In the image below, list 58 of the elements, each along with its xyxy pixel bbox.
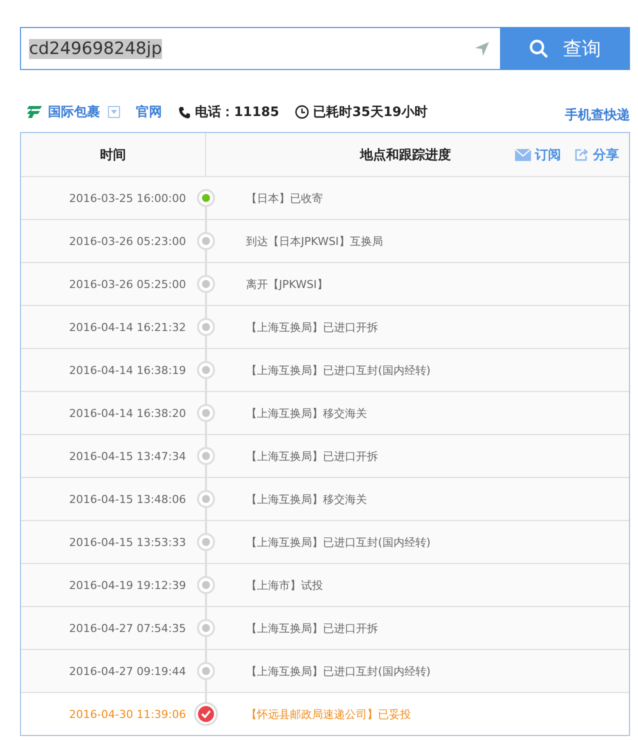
event-description: 【上海互换局】已进口互封(国内经转) bbox=[246, 664, 431, 678]
postal-logo-icon bbox=[26, 104, 44, 120]
search-button[interactable]: 查询 bbox=[500, 27, 630, 70]
column-header: 地点和跟踪进度 bbox=[360, 148, 451, 162]
event-description: 【日本】已收寄 bbox=[246, 192, 323, 204]
elapsed-time: 已耗时35天19小时 bbox=[313, 104, 428, 121]
event-time: 2016-04-14 16:38:20 bbox=[69, 406, 186, 420]
event-time: 2016-04-15 13:47:34 bbox=[69, 450, 186, 462]
official-site-link[interactable]: 官网 bbox=[136, 103, 162, 121]
event-time: 2016-04-27 09:19:44 bbox=[69, 664, 186, 678]
event-time: 2016-04-19 19:12:39 bbox=[69, 578, 186, 592]
share-icon bbox=[575, 148, 589, 161]
check-icon bbox=[194, 702, 218, 726]
share-button[interactable]: 分享 bbox=[575, 146, 619, 164]
tracking-number-field[interactable]: cd249698248jp bbox=[20, 27, 500, 70]
location-arrow-icon bbox=[474, 40, 490, 56]
event-time: 2016-03-26 05:23:00 bbox=[69, 234, 186, 248]
event-time: 2016-04-27 07:54:35 bbox=[69, 622, 186, 634]
event-description: 【上海互换局】已进口互封(国内经转) bbox=[246, 536, 431, 548]
dot-icon bbox=[197, 576, 215, 594]
column-header: 时间 bbox=[100, 146, 126, 164]
carrier-link[interactable]: 国际包裹 bbox=[48, 103, 100, 121]
dot-icon bbox=[197, 318, 215, 336]
dot-icon bbox=[197, 361, 215, 379]
subscribe-button[interactable]: 订阅 bbox=[515, 146, 561, 164]
event-time: 2016-04-15 13:48:06 bbox=[69, 492, 186, 506]
event-description: 【上海互换局】已进口互封(国内经转) bbox=[246, 364, 431, 376]
dot-icon bbox=[197, 447, 215, 465]
dot-icon bbox=[197, 490, 215, 508]
dot-icon bbox=[197, 275, 215, 293]
dot-icon bbox=[197, 232, 215, 250]
dot-icon bbox=[197, 619, 215, 637]
event-description: 【上海市】试投 bbox=[246, 578, 323, 592]
envelope-icon bbox=[515, 148, 531, 160]
event-time: 2016-03-26 05:25:00 bbox=[69, 278, 186, 290]
event-time: 2016-04-14 16:21:32 bbox=[69, 320, 186, 334]
event-time: 2016-04-30 11:39:06 bbox=[69, 708, 186, 720]
event-time: 2016-04-15 13:53:33 bbox=[69, 536, 186, 548]
mobile-tracking-link[interactable]: 手机查快递 bbox=[565, 106, 630, 124]
event-description: 【上海互换局】已进口开拆 bbox=[246, 450, 378, 462]
event-time: 2016-04-14 16:38:19 bbox=[69, 364, 186, 376]
dot-icon bbox=[197, 533, 215, 551]
event-description: 到达【日本JPKWSI】互换局 bbox=[246, 234, 383, 248]
search-icon bbox=[529, 38, 549, 58]
dot-icon bbox=[197, 404, 215, 422]
event-description: 【上海互换局】移交海关 bbox=[246, 492, 367, 506]
dropdown-icon[interactable] bbox=[108, 106, 120, 118]
event-description: 【怀远县邮政局速递公司】已妥投 bbox=[246, 708, 411, 720]
start-dot-icon bbox=[197, 189, 215, 207]
event-description: 【上海互换局】已进口开拆 bbox=[246, 320, 378, 334]
phone-icon bbox=[178, 106, 191, 118]
phone-label: 电话：11185 bbox=[195, 104, 280, 121]
clock-icon bbox=[295, 105, 310, 119]
dot-icon bbox=[197, 662, 215, 680]
event-time: 2016-03-25 16:00:00 bbox=[69, 192, 186, 204]
event-description: 离开【JPKWSI】 bbox=[246, 278, 328, 290]
event-description: 【上海互换局】移交海关 bbox=[246, 406, 367, 420]
event-description: 【上海互换局】已进口开拆 bbox=[246, 622, 378, 634]
